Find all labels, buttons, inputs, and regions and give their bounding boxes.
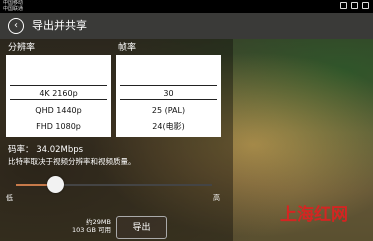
page-title: 导出并共享 [32,19,87,32]
site-watermark: 上海红网 [280,205,348,225]
quality-low-label: 低 [6,194,13,202]
picker-line-top [120,85,217,86]
framerate-label: 帧率 [118,43,137,53]
framerate-option-25[interactable]: 25 (PAL) [116,106,221,116]
bitrate-note: 比特率取决于视频分辨率和视频质量。 [8,157,136,166]
wifi-icon [351,2,358,9]
picker-line-top [10,85,107,86]
resolution-option-qhd[interactable]: QHD 1440p [6,106,111,116]
estimated-size: 约29MB [86,218,111,226]
resolution-picker[interactable]: 4K 2160p QHD 1440p FHD 1080p [6,55,111,137]
resolution-label: 分辨率 [8,43,36,53]
title-bar: ‹ 导出并共享 [0,13,373,39]
resolution-option-4k[interactable]: 4K 2160p [6,89,111,99]
notification-icon [340,2,347,9]
status-bar: 中国移动 中国联通 [0,0,373,13]
back-arrow-icon[interactable]: ‹ [8,18,24,34]
status-icons [340,2,369,9]
picker-line-bottom [120,99,217,100]
battery-icon [362,2,369,9]
picker-line-bottom [10,99,107,100]
file-size-info: 约29MB 103 GB 可用 [67,218,111,234]
export-button[interactable]: 导出 [116,216,167,239]
available-space: 103 GB 可用 [71,226,111,234]
framerate-picker[interactable]: 30 25 (PAL) 24(电影) [116,55,221,137]
framerate-option-24[interactable]: 24(电影) [116,122,221,132]
bitrate-value: 码率： 34.02Mbps [8,145,84,155]
resolution-option-fhd[interactable]: FHD 1080p [6,122,111,132]
carrier-labels: 中国移动 中国联通 [3,0,23,12]
framerate-option-30[interactable]: 30 [116,89,221,99]
quality-high-label: 高 [213,194,220,202]
carrier-2: 中国联通 [3,6,24,12]
